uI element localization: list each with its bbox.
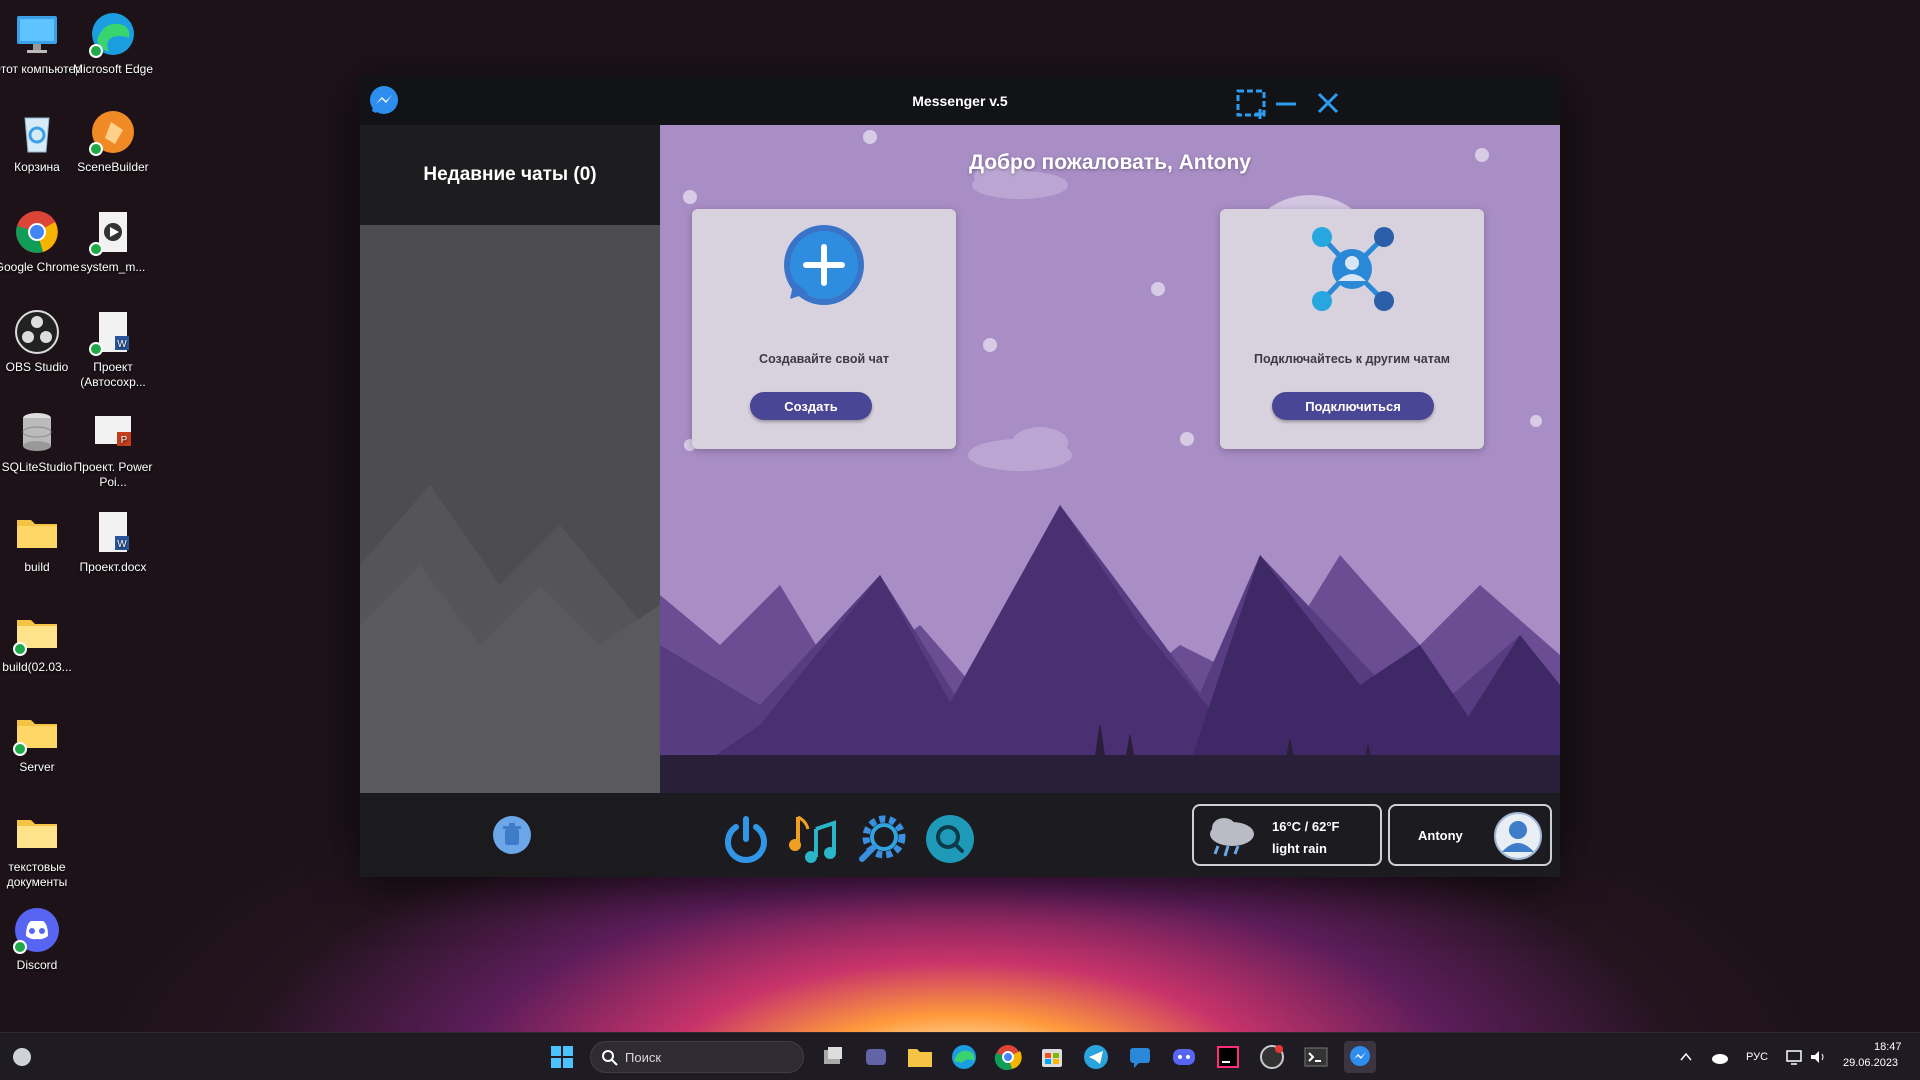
file-explorer-icon[interactable] [904, 1041, 936, 1073]
settings-search-icon[interactable] [856, 813, 908, 865]
recent-chats-list[interactable] [360, 225, 660, 793]
messenger-taskbar-icon[interactable] [1344, 1041, 1376, 1073]
folder-icon [13, 808, 61, 856]
welcome-heading: Добро пожаловать, Antony [969, 151, 1251, 174]
task-view-icon[interactable] [816, 1041, 848, 1073]
obs-icon[interactable] [1256, 1041, 1288, 1073]
sidebar-mountain-background [360, 485, 660, 793]
chrome-icon[interactable] [992, 1041, 1024, 1073]
user-name: Antony [1418, 828, 1463, 843]
desktop-icon-discord[interactable]: Discord [0, 906, 83, 973]
desktop-icon-system-m[interactable]: system_m... [67, 208, 159, 275]
obs-icon [13, 308, 61, 356]
desktop-icon-build-0203[interactable]: build(02.03... [0, 608, 83, 675]
desktop-icon-project-powerpoint[interactable]: P Проект. Power Poi... [67, 408, 159, 490]
desktop-icon-project-autosave[interactable]: W Проект (Автосохр... [67, 308, 159, 390]
chevron-up-icon[interactable] [1678, 1049, 1694, 1065]
telegram-icon[interactable] [1080, 1041, 1112, 1073]
discord-icon[interactable] [1168, 1041, 1200, 1073]
recent-chats-header: Недавние чаты (0) [360, 125, 660, 225]
desktop-icon-edge[interactable]: Microsoft Edge [67, 10, 159, 77]
welcome-panel: Добро пожаловать, Antony Создавайте свой… [660, 125, 1560, 793]
taskbar-search[interactable]: Поиск [590, 1041, 804, 1073]
close-icon[interactable] [1310, 85, 1346, 121]
folder-icon [13, 508, 61, 556]
language-indicator[interactable]: РУС [1746, 1051, 1768, 1063]
recycle-bin-icon [13, 108, 61, 156]
search-icon[interactable] [924, 813, 976, 865]
desktop-icon-scenebuilder[interactable]: SceneBuilder [67, 108, 159, 175]
folder-icon [13, 608, 61, 656]
clock-date[interactable]: 29.06.2023 [1843, 1057, 1898, 1069]
folder-icon [13, 708, 61, 756]
trash-icon[interactable] [492, 815, 532, 855]
desktop-icon-text-docs[interactable]: текстовые документы [0, 808, 83, 890]
sidebar-bottom-bar [360, 793, 660, 877]
create-chat-card: Создавайте свой чат Создать [692, 209, 956, 449]
user-profile-widget[interactable]: Antony [1388, 804, 1552, 866]
word-file-icon: W [89, 308, 137, 356]
weather-widget-icon[interactable] [10, 1045, 34, 1069]
weather-widget: 16°C / 62°F light rain [1192, 804, 1382, 866]
weather-temperature: 16°C / 62°F [1272, 819, 1340, 834]
titlebar: Messenger v.5 [360, 77, 1560, 125]
edge-icon[interactable] [948, 1041, 980, 1073]
svg-text:W: W [117, 339, 127, 350]
screenshot-select-icon[interactable] [1234, 85, 1270, 121]
power-icon[interactable] [720, 813, 772, 865]
create-button[interactable]: Создать [750, 392, 872, 420]
scenebuilder-icon [89, 108, 137, 156]
start-windows-icon[interactable] [546, 1041, 578, 1073]
database-icon [13, 408, 61, 456]
minimize-icon[interactable] [1268, 85, 1304, 121]
discord-icon [13, 906, 61, 954]
weather-description: light rain [1272, 841, 1327, 856]
intellij-icon[interactable] [1212, 1041, 1244, 1073]
create-chat-text: Создавайте свой чат [759, 352, 889, 366]
desktop-icon-server[interactable]: Server [0, 708, 83, 775]
connect-chat-card: Подключайтесь к другим чатам Подключитьс… [1220, 209, 1484, 449]
clock-time[interactable]: 18:47 [1874, 1041, 1902, 1053]
word-file-icon: W [89, 508, 137, 556]
search-placeholder: Поиск [625, 1050, 662, 1065]
connect-button[interactable]: Подключиться [1272, 392, 1434, 420]
onedrive-cloud-icon[interactable] [1710, 1049, 1730, 1065]
avatar [1494, 812, 1542, 860]
volume-icon[interactable] [1808, 1047, 1828, 1067]
main-bottom-bar: 16°C / 62°F light rain Antony [660, 793, 1560, 877]
powerpoint-file-icon: P [89, 408, 137, 456]
network-users-icon [1312, 227, 1394, 311]
store-icon[interactable] [1036, 1041, 1068, 1073]
svg-text:W: W [117, 539, 127, 550]
music-icon[interactable] [788, 813, 840, 865]
connect-chat-text: Подключайтесь к другим чатам [1253, 352, 1451, 366]
network-icon[interactable] [1784, 1047, 1804, 1067]
taskbar: Поиск РУС 18:47 29.06.2023 [0, 1032, 1920, 1080]
video-file-icon [89, 208, 137, 256]
monitor-icon [13, 10, 61, 58]
rain-cloud-icon [1210, 818, 1254, 857]
recent-chats-sidebar: Недавние чаты (0) [360, 125, 660, 793]
window-title: Messenger v.5 [912, 93, 1008, 109]
chrome-icon [13, 208, 61, 256]
chat-icon[interactable] [1124, 1041, 1156, 1073]
terminal-icon[interactable] [1300, 1041, 1332, 1073]
teams-chat-icon[interactable] [860, 1041, 892, 1073]
edge-icon [89, 10, 137, 58]
search-icon [602, 1050, 618, 1066]
new-chat-plus-icon [784, 225, 864, 305]
svg-text:P: P [121, 435, 128, 446]
messenger-window: Messenger v.5 Недавние чаты (0) Добро по… [360, 77, 1560, 877]
desktop-icon-project-docx[interactable]: W Проект.docx [67, 508, 159, 575]
